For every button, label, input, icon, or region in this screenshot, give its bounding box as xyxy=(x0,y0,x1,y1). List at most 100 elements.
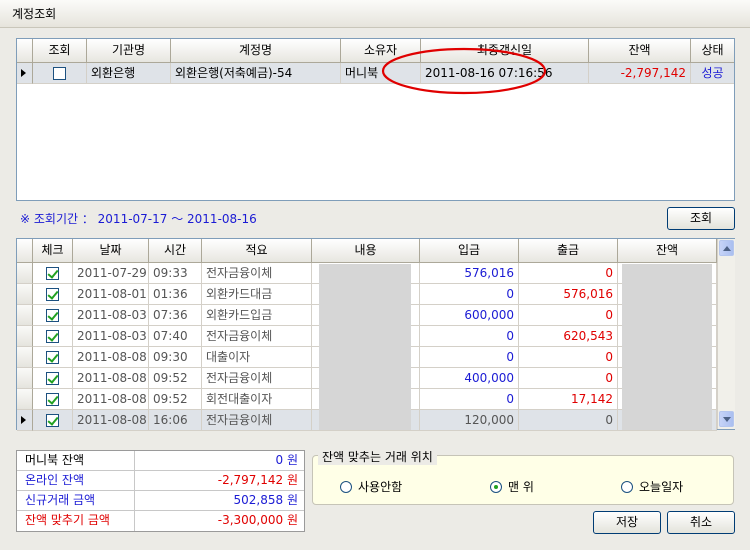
summary-row: 머니북 잔액 0 원 xyxy=(17,451,304,471)
summary-label: 잔액 맞추기 금액 xyxy=(17,511,135,531)
account-cell: 외환은행(저축예금)-54 xyxy=(171,63,341,84)
radio-top[interactable]: 맨 위 xyxy=(490,480,534,494)
content-column-redacted xyxy=(319,264,411,430)
deposit-cell: 0 xyxy=(420,284,519,305)
col-header-query[interactable]: 조회 xyxy=(33,39,87,63)
col-header-check[interactable]: 체크 xyxy=(33,239,73,263)
date-cell: 2011-08-08 xyxy=(73,368,149,389)
summary-value: -3,300,000 원 xyxy=(217,513,298,527)
memo-cell: 전자금융이체 xyxy=(202,368,312,389)
withdrawal-cell: 0 xyxy=(519,347,618,368)
memo-cell: 전자금융이체 xyxy=(202,326,312,347)
query-button[interactable]: 조회 xyxy=(667,207,735,230)
row-checkbox[interactable] xyxy=(46,267,59,280)
row-checkbox[interactable] xyxy=(46,309,59,322)
radio-top-dot[interactable] xyxy=(490,481,502,493)
date-cell: 2011-07-29 xyxy=(73,263,149,284)
deposit-cell: 0 xyxy=(420,347,519,368)
scroll-down-button[interactable] xyxy=(719,411,734,427)
col-header-content[interactable]: 내용 xyxy=(312,239,420,263)
col-header-status[interactable]: 상태 xyxy=(691,39,734,63)
summary-label: 머니북 잔액 xyxy=(17,451,135,470)
check-cell[interactable] xyxy=(33,305,73,326)
check-cell[interactable] xyxy=(33,284,73,305)
col-header-bank[interactable]: 기관명 xyxy=(87,39,171,63)
time-cell: 01:36 xyxy=(149,284,202,305)
check-cell[interactable] xyxy=(33,410,73,431)
row-indicator xyxy=(17,410,33,431)
radio-none-dot[interactable] xyxy=(340,481,352,493)
window-title: 계정조회 xyxy=(0,0,750,28)
col-header-date[interactable]: 날짜 xyxy=(73,239,149,263)
row-indicator xyxy=(17,63,33,84)
transactions-grid: 체크 날짜 시간 적요 내용 입금 출금 잔액 2011-07-29 09:33 전… xyxy=(16,238,735,431)
date-cell: 2011-08-08 xyxy=(73,410,149,431)
radio-today-dot[interactable] xyxy=(621,481,633,493)
withdrawal-cell: 0 xyxy=(519,368,618,389)
radio-today-label: 오늘일자 xyxy=(639,480,684,494)
query-checkbox-cell[interactable] xyxy=(33,63,87,84)
check-cell[interactable] xyxy=(33,368,73,389)
query-period: ※ 조회기간 ： 2011-07-17 ～ 2011-08-16 xyxy=(20,212,257,226)
row-indicator xyxy=(17,326,33,347)
row-indicator xyxy=(17,263,33,284)
col-header-balance[interactable]: 잔액 xyxy=(618,239,717,263)
accounts-grid: 조회 기관명 계정명 소유자 최종갱신일 잔액 상태 외환은행 외환은행(저축예… xyxy=(16,38,735,201)
memo-cell: 외환카드대금 xyxy=(202,284,312,305)
summary-value: -2,797,142 원 xyxy=(217,473,298,487)
deposit-cell: 600,000 xyxy=(420,305,519,326)
memo-cell: 전자금융이체 xyxy=(202,410,312,431)
col-header-withdrawal[interactable]: 출금 xyxy=(519,239,618,263)
col-header-deposit[interactable]: 입금 xyxy=(420,239,519,263)
query-checkbox[interactable] xyxy=(53,67,66,80)
col-header-time[interactable]: 시간 xyxy=(149,239,202,263)
scroll-up-button[interactable] xyxy=(719,240,734,256)
deposit-cell: 0 xyxy=(420,389,519,410)
row-header-corner xyxy=(17,39,33,63)
transactions-scrollbar[interactable] xyxy=(717,239,735,429)
check-cell[interactable] xyxy=(33,326,73,347)
summary-label: 신규거래 금액 xyxy=(17,491,135,510)
date-cell: 2011-08-03 xyxy=(73,326,149,347)
summary-label: 온라인 잔액 xyxy=(17,471,135,490)
row-checkbox[interactable] xyxy=(46,288,59,301)
balance-column-redacted xyxy=(622,264,712,430)
summary-value: 502,858 원 xyxy=(233,493,298,507)
deposit-cell: 0 xyxy=(420,326,519,347)
col-header-balance[interactable]: 잔액 xyxy=(589,39,691,63)
check-cell[interactable] xyxy=(33,263,73,284)
summary-table: 머니북 잔액 0 원온라인 잔액 -2,797,142 원신규거래 금액 502,85… xyxy=(16,450,305,532)
row-checkbox[interactable] xyxy=(46,351,59,364)
time-cell: 09:52 xyxy=(149,368,202,389)
summary-row: 잔액 맞추기 금액 -3,300,000 원 xyxy=(17,511,304,531)
row-checkbox[interactable] xyxy=(46,372,59,385)
time-cell: 09:33 xyxy=(149,263,202,284)
withdrawal-cell: 576,016 xyxy=(519,284,618,305)
radio-top-label: 맨 위 xyxy=(508,480,534,494)
check-cell[interactable] xyxy=(33,347,73,368)
check-cell[interactable] xyxy=(33,389,73,410)
withdrawal-cell: 620,543 xyxy=(519,326,618,347)
cancel-button[interactable]: 취소 xyxy=(667,511,735,534)
save-button[interactable]: 저장 xyxy=(593,511,661,534)
time-cell: 07:36 xyxy=(149,305,202,326)
memo-cell: 외환카드입금 xyxy=(202,305,312,326)
memo-cell: 전자금융이체 xyxy=(202,263,312,284)
row-indicator xyxy=(17,284,33,305)
radio-none[interactable]: 사용안함 xyxy=(340,480,402,494)
time-cell: 09:30 xyxy=(149,347,202,368)
time-cell: 16:06 xyxy=(149,410,202,431)
radio-today[interactable]: 오늘일자 xyxy=(621,480,683,494)
row-indicator xyxy=(17,368,33,389)
row-checkbox[interactable] xyxy=(46,414,59,427)
col-header-account[interactable]: 계정명 xyxy=(171,39,341,63)
memo-cell: 대출이자 xyxy=(202,347,312,368)
summary-value: 0 원 xyxy=(275,453,299,467)
row-checkbox[interactable] xyxy=(46,393,59,406)
row-checkbox[interactable] xyxy=(46,330,59,343)
row-header-corner xyxy=(17,239,33,263)
row-indicator xyxy=(17,305,33,326)
col-header-memo[interactable]: 적요 xyxy=(202,239,312,263)
date-cell: 2011-08-01 xyxy=(73,284,149,305)
table-row[interactable]: 외환은행 외환은행(저축예금)-54 머니북 2011-08-16 07:16:… xyxy=(17,63,734,84)
